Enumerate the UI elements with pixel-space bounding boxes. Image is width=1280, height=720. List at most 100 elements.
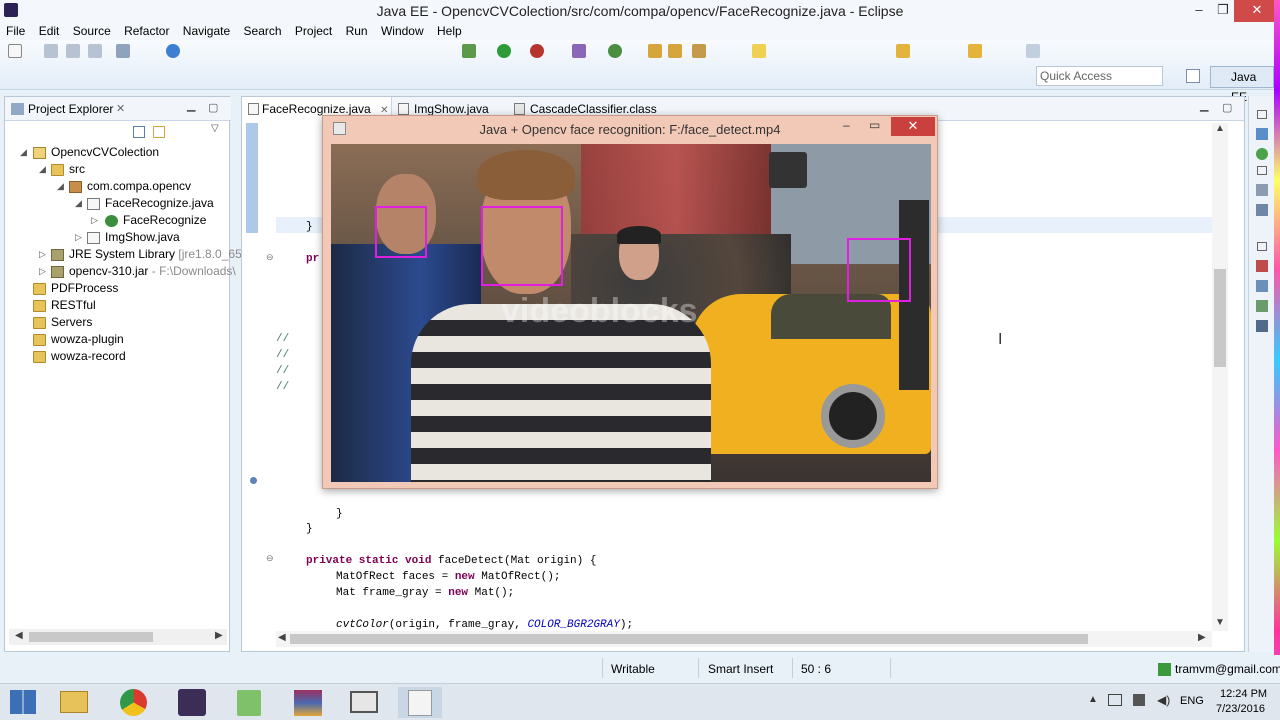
restore-icon[interactable] (1257, 166, 1267, 175)
scroll-left-icon[interactable]: ◀ (15, 630, 23, 641)
forward-icon[interactable] (1026, 44, 1040, 58)
taskbar-notepad-icon[interactable] (228, 687, 272, 718)
menu-run[interactable]: Run (346, 22, 368, 40)
code-comment[interactable]: // (276, 363, 289, 379)
taskbar-eclipse-icon[interactable] (170, 687, 214, 718)
tree-package[interactable]: com.compa.opencv (87, 178, 191, 194)
horizontal-scrollbar[interactable]: ◀ ▶ (9, 629, 227, 645)
menu-refactor[interactable]: Refactor (124, 22, 169, 40)
link-editor-icon[interactable] (153, 126, 165, 138)
open-type-icon[interactable] (648, 44, 662, 58)
tree-jar[interactable]: opencv-310.jar - F:\Downloads\ (69, 263, 236, 279)
code-comment[interactable]: // (276, 347, 289, 363)
tray-language[interactable]: ENG (1180, 695, 1204, 707)
video-close-button[interactable]: ✕ (891, 117, 935, 136)
servers-icon[interactable] (1256, 260, 1268, 272)
code-private-fragment[interactable]: pr (306, 251, 319, 267)
toggle-mark-icon[interactable] (752, 44, 766, 58)
expand-package-icon[interactable]: ◢ (57, 181, 64, 192)
menu-window[interactable]: Window (381, 22, 424, 40)
new-class-icon[interactable] (608, 44, 622, 58)
tree-project-wowza-record[interactable]: wowza-record (51, 348, 126, 364)
tray-network-icon[interactable] (1108, 694, 1122, 706)
markers-icon[interactable] (1256, 184, 1268, 196)
snippets-icon[interactable] (1256, 300, 1268, 312)
view-menu-icon[interactable]: ▽ (211, 123, 219, 134)
code-brace[interactable]: } (306, 219, 313, 235)
new-icon[interactable] (8, 44, 22, 58)
expand-class-icon[interactable]: ▷ (91, 215, 98, 226)
project-explorer-tab[interactable]: Project Explorer ✕ ▁ ▢ (5, 97, 231, 121)
open-perspective-icon[interactable] (1186, 69, 1200, 83)
fold-icon[interactable]: ⊖ (266, 252, 274, 263)
code-brace[interactable]: } (336, 506, 343, 522)
save-all-icon[interactable] (66, 44, 80, 58)
tree-file-facerecognize[interactable]: FaceRecognize.java (105, 195, 214, 211)
tree-file-imgshow[interactable]: ImgShow.java (105, 229, 180, 245)
maximize-view-icon[interactable]: ▢ (1222, 101, 1232, 114)
tree-project-restful[interactable]: RESTful (51, 297, 96, 313)
restore-icon[interactable] (1257, 110, 1267, 119)
tray-monitor-icon[interactable] (1133, 694, 1145, 706)
horizontal-scrollbar[interactable]: ◀ ▶ (276, 631, 1212, 647)
code-brace[interactable]: } (306, 521, 313, 537)
code-comment[interactable]: // (276, 331, 289, 347)
expand-file-icon[interactable]: ◢ (75, 198, 82, 209)
menu-source[interactable]: Source (73, 22, 111, 40)
tray-expand-icon[interactable]: ▲ (1088, 694, 1098, 705)
minimize-view-icon[interactable]: ▁ (187, 99, 195, 112)
open-task-icon[interactable] (668, 44, 682, 58)
scroll-down-icon[interactable]: ▼ (1215, 617, 1225, 628)
tree-project-wowza-plugin[interactable]: wowza-plugin (51, 331, 124, 347)
scroll-right-icon[interactable]: ▶ (1198, 632, 1206, 643)
run-icon[interactable] (497, 44, 511, 58)
taskbar-winrar-icon[interactable] (286, 687, 330, 718)
fold-icon[interactable]: ⊖ (266, 553, 274, 564)
expand-jre-icon[interactable]: ▷ (39, 249, 46, 260)
outline-icon[interactable] (1256, 128, 1268, 140)
tree-project-servers[interactable]: Servers (51, 314, 92, 330)
tray-volume-icon[interactable]: ◀) (1157, 693, 1170, 707)
video-minimize-button[interactable]: ‒ (843, 118, 850, 132)
globe-icon[interactable] (166, 44, 180, 58)
task-icon[interactable] (1256, 148, 1268, 160)
properties-icon[interactable] (1256, 204, 1268, 216)
tree-project[interactable]: OpencvCVColection (51, 144, 159, 160)
video-maximize-button[interactable]: ▭ (869, 118, 880, 132)
next-annotation-icon[interactable] (896, 44, 910, 58)
restore-icon[interactable] (1257, 242, 1267, 251)
debug-icon[interactable] (462, 44, 476, 58)
menu-file[interactable]: File (6, 22, 25, 40)
server-icon[interactable] (116, 44, 130, 58)
tray-time[interactable]: 12:24 PM (1220, 688, 1267, 700)
collapse-all-icon[interactable] (133, 126, 145, 138)
search-icon[interactable] (692, 44, 706, 58)
menu-help[interactable]: Help (437, 22, 462, 40)
back-icon[interactable] (968, 44, 982, 58)
minimize-view-icon[interactable]: ▁ (1200, 99, 1208, 112)
taskbar-window-icon[interactable] (342, 687, 386, 718)
menu-navigate[interactable]: Navigate (183, 22, 230, 40)
taskbar-file-explorer-icon[interactable] (52, 687, 96, 718)
console-icon[interactable] (1256, 320, 1268, 332)
print-icon[interactable] (88, 44, 102, 58)
close-tab-icon[interactable]: ✕ (116, 102, 125, 115)
tree-class-facerecognize[interactable]: FaceRecognize (123, 212, 206, 228)
scroll-left-icon[interactable]: ◀ (278, 632, 286, 643)
code-line-faces[interactable]: MatOfRect faces = new MatOfRect(); (336, 569, 560, 585)
data-source-icon[interactable] (1256, 280, 1268, 292)
menu-edit[interactable]: Edit (39, 22, 60, 40)
code-line-framegray[interactable]: Mat frame_gray = new Mat(); (336, 585, 514, 601)
scroll-up-icon[interactable]: ▲ (1215, 123, 1225, 134)
run-external-icon[interactable] (530, 44, 544, 58)
new-java-project-icon[interactable] (572, 44, 586, 58)
save-icon[interactable] (44, 44, 58, 58)
menu-search[interactable]: Search (244, 22, 282, 40)
expand-jar-icon[interactable]: ▷ (39, 266, 46, 277)
tree-project-pdfprocess[interactable]: PDFProcess (51, 280, 118, 296)
code-line-facedetect[interactable]: private static void faceDetect(Mat origi… (306, 553, 596, 569)
scroll-thumb[interactable] (29, 632, 153, 642)
tray-date[interactable]: 7/23/2016 (1216, 703, 1265, 715)
tree-src[interactable]: src (69, 161, 85, 177)
expand-project-icon[interactable]: ◢ (20, 147, 27, 158)
